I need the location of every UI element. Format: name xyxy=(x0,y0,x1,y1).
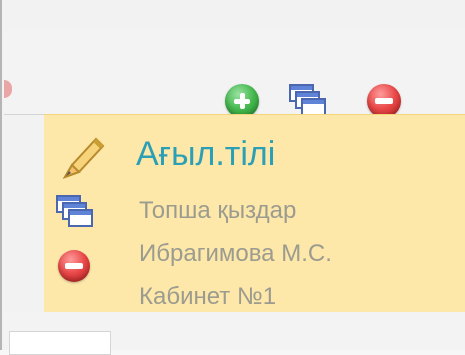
left-red-marker xyxy=(4,80,12,98)
lesson-teacher: Ибрагимова М.С. xyxy=(139,240,332,267)
lesson-room: Кабинет №1 xyxy=(139,283,277,310)
toolbar xyxy=(4,30,465,118)
lesson-group: Топша қыздар xyxy=(139,197,297,224)
remove-icon xyxy=(367,84,401,118)
pencil-icon[interactable] xyxy=(58,131,108,185)
lesson-windows-button[interactable] xyxy=(54,193,94,233)
lesson-title: Ағыл.тілі xyxy=(136,135,276,173)
lesson-card[interactable]: Ағыл.тілі Топша қыздар Ибрагимова М.С. К… xyxy=(44,114,465,314)
remove-button[interactable] xyxy=(365,84,403,118)
app-frame: Ағыл.тілі Топша қыздар Ибрагимова М.С. К… xyxy=(0,0,465,355)
lesson-remove-button[interactable] xyxy=(58,250,96,288)
add-button[interactable] xyxy=(223,84,261,118)
window-button[interactable] xyxy=(287,84,326,118)
remove-icon xyxy=(58,250,90,282)
bottom-area xyxy=(4,312,465,355)
text-field[interactable] xyxy=(9,331,111,355)
stacked-windows-icon xyxy=(54,193,94,231)
add-icon xyxy=(225,84,259,118)
